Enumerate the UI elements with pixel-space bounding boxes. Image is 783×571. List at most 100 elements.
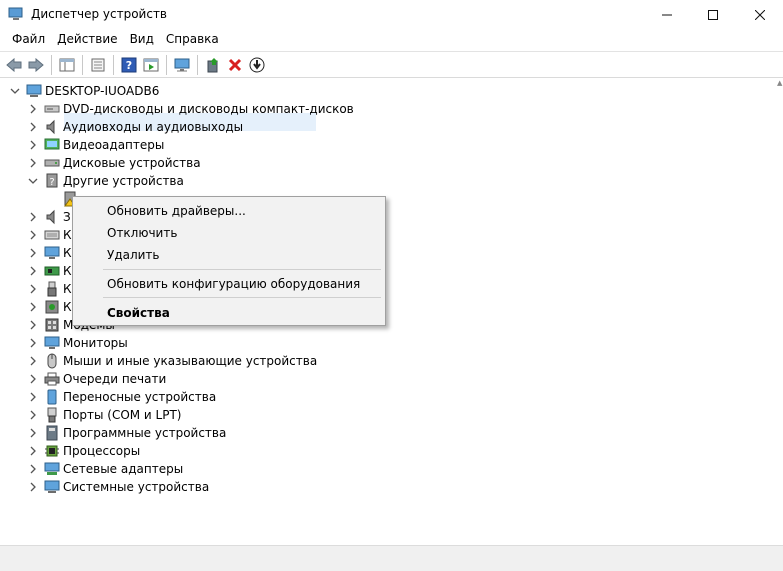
chevron-right-icon[interactable] (24, 280, 42, 298)
chevron-right-icon[interactable] (24, 352, 42, 370)
status-bar (0, 545, 783, 571)
svg-text:?: ? (49, 177, 54, 188)
tree-item-network-adapters[interactable]: Сетевые адаптеры (24, 460, 183, 478)
show-hide-action-pane-button[interactable] (140, 54, 162, 76)
system-device-icon (44, 479, 60, 495)
tree-item-sound[interactable]: З (24, 208, 71, 226)
forward-button[interactable] (25, 54, 47, 76)
tree-item-print-queues[interactable]: Очереди печати (24, 370, 166, 388)
chevron-right-icon[interactable] (24, 244, 42, 262)
help-button[interactable]: ? (118, 54, 140, 76)
tree-item-ide-controllers[interactable]: К (24, 262, 72, 280)
tree-item-keyboards[interactable]: К (24, 226, 72, 244)
scrollbar-up-arrow[interactable]: ▲ (777, 79, 783, 87)
tree-item-disk-drives[interactable]: Дисковые устройства (24, 154, 201, 172)
tree-item-label: Программные устройства (63, 426, 227, 440)
scan-hardware-button[interactable] (171, 54, 193, 76)
menu-bar: Файл Действие Вид Справка (0, 29, 783, 51)
chevron-right-icon[interactable] (24, 388, 42, 406)
toolbar-separator (113, 54, 114, 75)
speaker-icon (44, 209, 60, 225)
tree-item-label: Системные устройства (63, 480, 210, 494)
chevron-right-icon[interactable] (24, 370, 42, 388)
menu-item-properties[interactable]: Свойства (107, 306, 170, 320)
menu-separator (103, 269, 381, 270)
printer-icon (44, 371, 60, 387)
menu-action[interactable]: Действие (51, 29, 123, 51)
chevron-right-icon[interactable] (24, 136, 42, 154)
show-hide-console-tree-button[interactable] (56, 54, 78, 76)
chevron-right-icon[interactable] (24, 442, 42, 460)
uninstall-device-button[interactable] (224, 54, 246, 76)
chevron-right-icon[interactable] (24, 262, 42, 280)
tree-root[interactable]: DESKTOP-IUOADB6 (6, 82, 159, 100)
tree-item-usb-controllers[interactable]: К (24, 280, 72, 298)
close-button[interactable] (737, 0, 783, 29)
tree-item-ports[interactable]: Порты (COM и LPT) (24, 406, 181, 424)
menu-file[interactable]: Файл (6, 29, 51, 51)
window-title: Диспетчер устройств (31, 7, 168, 21)
minimize-button[interactable] (644, 0, 690, 29)
tree-item-dvd[interactable]: DVD-дисководы и дисководы компакт-дисков (24, 100, 354, 118)
context-menu: Обновить драйверы... Отключить Удалить О… (72, 196, 386, 326)
tree-item-label: Процессоры (63, 444, 141, 458)
tree-item-portable-devices[interactable]: Переносные устройства (24, 388, 216, 406)
toolbar-separator (166, 54, 167, 75)
chevron-right-icon[interactable] (24, 226, 42, 244)
maximize-button[interactable] (690, 0, 736, 29)
device-manager-icon (8, 7, 24, 21)
tree-item-processors[interactable]: Процессоры (24, 442, 140, 460)
back-button[interactable] (3, 54, 25, 76)
tree-item-storage-controllers[interactable]: К (24, 298, 72, 316)
chevron-right-icon[interactable] (24, 100, 42, 118)
disable-device-button[interactable] (246, 54, 268, 76)
tree-item-label: Очереди печати (63, 372, 167, 386)
menu-item-disable-device[interactable]: Отключить (107, 226, 177, 240)
chevron-right-icon[interactable] (24, 118, 42, 136)
toolbar-separator (197, 54, 198, 75)
menu-item-update-driver[interactable]: Обновить драйверы... (107, 204, 246, 218)
chevron-right-icon[interactable] (24, 208, 42, 226)
chevron-right-icon[interactable] (24, 316, 42, 334)
tree-item-mice[interactable]: Мыши и иные указывающие устройства (24, 352, 317, 370)
chevron-down-icon[interactable] (24, 172, 42, 190)
tree-item-audio-io[interactable]: Аудиовходы и аудиовыходы (24, 118, 243, 136)
processor-icon (44, 443, 60, 459)
chevron-right-icon[interactable] (24, 478, 42, 496)
disk-drive-icon (44, 155, 60, 171)
menu-item-uninstall-device[interactable]: Удалить (107, 248, 160, 262)
help-icon: ? (121, 57, 137, 72)
action-pane-icon (143, 58, 159, 71)
tree-item-computer[interactable]: К (24, 244, 72, 262)
tree-item-label: К (63, 282, 72, 296)
chevron-down-icon[interactable] (6, 82, 24, 100)
computer-name: DESKTOP-IUOADB6 (45, 84, 160, 98)
tree-item-display-adapters[interactable]: Видеоадаптеры (24, 136, 164, 154)
speaker-icon (44, 119, 60, 135)
properties-button[interactable] (87, 54, 109, 76)
chevron-right-icon[interactable] (24, 298, 42, 316)
chevron-right-icon[interactable] (24, 334, 42, 352)
chevron-right-icon[interactable] (24, 154, 42, 172)
tree-item-monitors[interactable]: Мониторы (24, 334, 128, 352)
chevron-right-icon[interactable] (24, 460, 42, 478)
menu-item-scan-hardware[interactable]: Обновить конфигурацию оборудования (107, 277, 360, 291)
chevron-right-icon[interactable] (24, 406, 42, 424)
tree-item-system-devices[interactable]: Системные устройства (24, 478, 209, 496)
portable-device-icon (44, 389, 60, 405)
menu-help[interactable]: Справка (160, 29, 225, 51)
tree-item-label: Сетевые адаптеры (63, 462, 184, 476)
update-driver-button[interactable] (202, 54, 224, 76)
tree-item-label: Переносные устройства (63, 390, 217, 404)
menu-view[interactable]: Вид (124, 29, 160, 51)
computer-icon (26, 83, 42, 99)
tree-item-other-devices[interactable]: ? Другие устройства (24, 172, 184, 190)
port-icon (44, 407, 60, 423)
unknown-device-icon: ? (44, 173, 60, 189)
chevron-right-icon[interactable] (24, 424, 42, 442)
tree-item-label: Мыши и иные указывающие устройства (63, 354, 318, 368)
tree-item-label: З (63, 210, 71, 224)
tree-item-software-devices[interactable]: Программные устройства (24, 424, 226, 442)
tree-item-label: Аудиовходы и аудиовыходы (63, 120, 244, 134)
toolbar: ? (0, 51, 783, 78)
